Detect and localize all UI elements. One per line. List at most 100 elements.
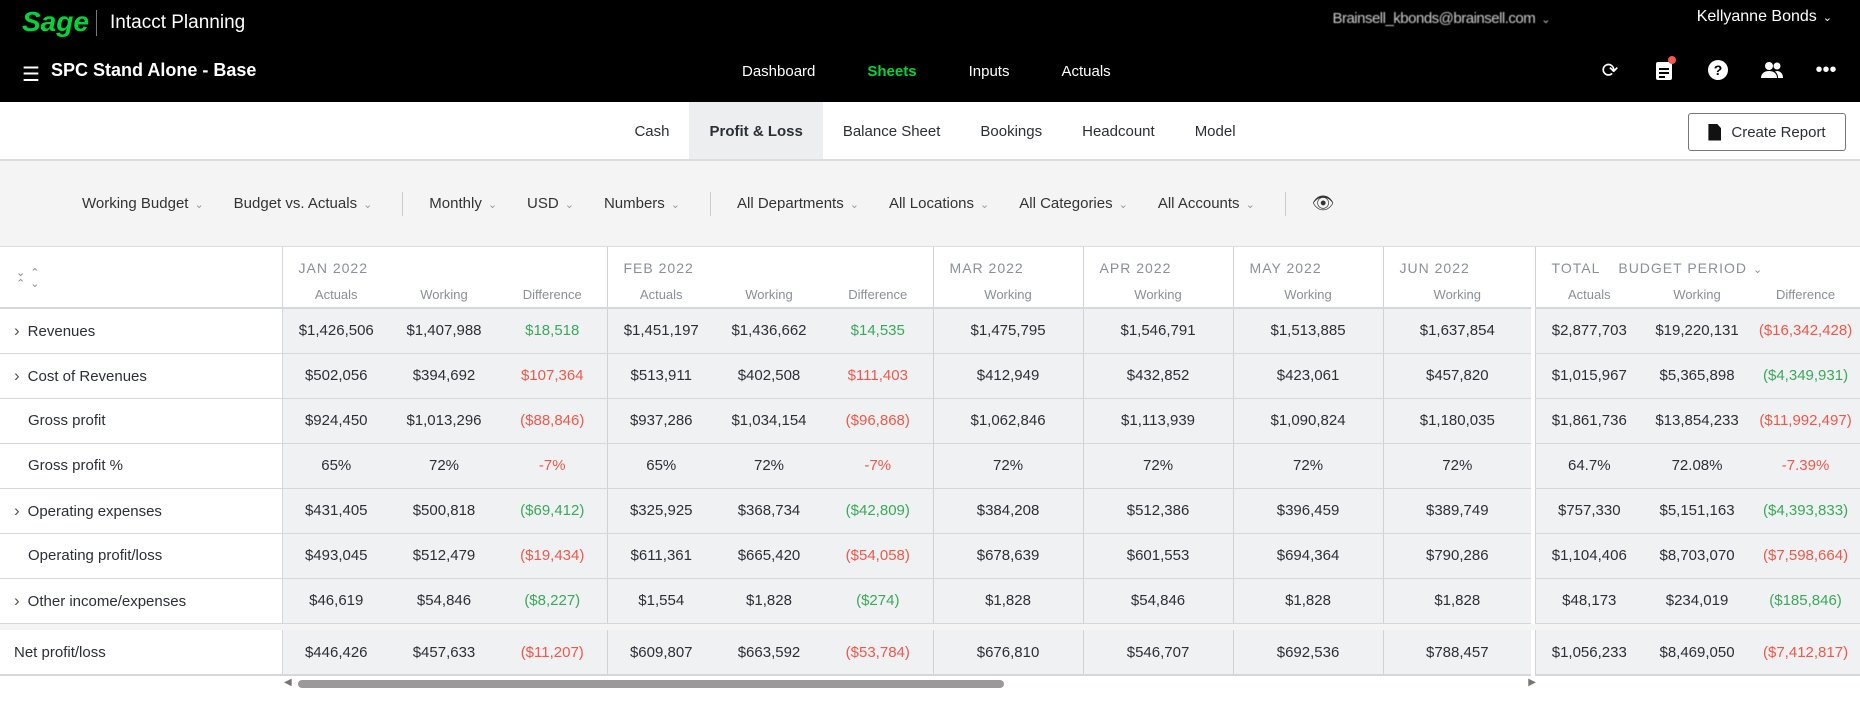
- cell-value[interactable]: ($274): [823, 578, 934, 624]
- cell-value[interactable]: $18,518: [498, 308, 607, 354]
- cell-value[interactable]: $457,820: [1382, 353, 1532, 399]
- cell-value[interactable]: $107,364: [498, 353, 607, 399]
- eye-icon[interactable]: 👁: [1312, 193, 1335, 214]
- cell-value[interactable]: $412,949: [932, 353, 1084, 399]
- cell-value[interactable]: $1,426,506: [281, 308, 390, 354]
- nav-inputs[interactable]: Inputs: [969, 63, 1010, 80]
- cell-value[interactable]: $46,619: [281, 578, 390, 624]
- hamburger-menu-icon[interactable]: ☰: [22, 62, 40, 87]
- cell-value[interactable]: $1,546,791: [1082, 308, 1234, 354]
- cell-value[interactable]: 72%: [1382, 443, 1532, 489]
- filter-working-budget[interactable]: Working Budget ⌄: [82, 195, 204, 212]
- cell-value[interactable]: $54,846: [1082, 578, 1234, 624]
- cell-value[interactable]: $694,364: [1232, 533, 1384, 579]
- cell-value[interactable]: ($4,393,833): [1751, 488, 1860, 534]
- cell-value[interactable]: $234,019: [1643, 578, 1752, 624]
- cell-value[interactable]: $1,451,197: [606, 308, 715, 354]
- scroll-right-icon[interactable]: ▶: [1528, 677, 1536, 688]
- cell-value[interactable]: ($8,227): [498, 578, 607, 624]
- tab-bookings[interactable]: Bookings: [960, 102, 1062, 159]
- cell-value[interactable]: ($54,058): [823, 533, 934, 579]
- cell-value[interactable]: 72%: [1232, 443, 1384, 489]
- cell-value[interactable]: $502,056: [281, 353, 390, 399]
- row-label[interactable]: › Cost of Revenues: [0, 353, 283, 399]
- cell-value[interactable]: $790,286: [1382, 533, 1532, 579]
- cell-value[interactable]: $663,592: [715, 630, 823, 676]
- cell-value[interactable]: $423,061: [1232, 353, 1384, 399]
- cell-value[interactable]: $54,846: [390, 578, 498, 624]
- cell-value[interactable]: ($11,207): [498, 630, 607, 676]
- cell-value[interactable]: $1,056,233: [1534, 630, 1644, 676]
- cell-value[interactable]: ($185,846): [1751, 578, 1860, 624]
- expand-collapse-controls[interactable]: ⌄ ⌃ ⌃ ⌄: [0, 247, 283, 309]
- cell-value[interactable]: $2,877,703: [1534, 308, 1644, 354]
- cell-value[interactable]: $5,365,898: [1643, 353, 1752, 399]
- cell-value[interactable]: $48,173: [1534, 578, 1644, 624]
- cell-value[interactable]: $1,013,296: [390, 398, 498, 444]
- cell-value[interactable]: $368,734: [715, 488, 823, 534]
- cell-value[interactable]: $788,457: [1382, 630, 1532, 676]
- tab-cash[interactable]: Cash: [614, 102, 689, 159]
- cell-value[interactable]: $692,536: [1232, 630, 1384, 676]
- cell-value[interactable]: ($69,412): [498, 488, 607, 534]
- cell-value[interactable]: $493,045: [281, 533, 390, 579]
- cell-value[interactable]: $609,807: [606, 630, 715, 676]
- cell-value[interactable]: 65%: [281, 443, 390, 489]
- nav-sheets[interactable]: Sheets: [867, 63, 916, 80]
- cell-value[interactable]: $446,426: [281, 630, 390, 676]
- tab-balance-sheet[interactable]: Balance Sheet: [823, 102, 961, 159]
- cell-value[interactable]: $1,113,939: [1082, 398, 1234, 444]
- cell-value[interactable]: ($19,434): [498, 533, 607, 579]
- row-label[interactable]: › Operating expenses: [0, 488, 283, 534]
- cell-value[interactable]: $678,639: [932, 533, 1084, 579]
- scrollbar-thumb[interactable]: [298, 680, 1004, 688]
- row-label[interactable]: › Revenues: [0, 308, 283, 354]
- cell-value[interactable]: -7.39%: [1751, 443, 1860, 489]
- cell-value[interactable]: ($88,846): [498, 398, 607, 444]
- cell-value[interactable]: ($11,992,497): [1751, 398, 1860, 444]
- cell-value[interactable]: $1,828: [1382, 578, 1532, 624]
- cell-value[interactable]: $396,459: [1232, 488, 1384, 534]
- cell-value[interactable]: $431,405: [281, 488, 390, 534]
- filter-all-accounts[interactable]: All Accounts ⌄: [1158, 195, 1255, 212]
- row-label[interactable]: › Other income/expenses: [0, 578, 283, 624]
- cell-value[interactable]: ($4,349,931): [1751, 353, 1860, 399]
- horizontal-scrollbar[interactable]: ◀ ▶: [282, 676, 1538, 692]
- cell-value[interactable]: $1,828: [715, 578, 823, 624]
- cell-value[interactable]: $13,854,233: [1643, 398, 1752, 444]
- filter-usd[interactable]: USD ⌄: [527, 195, 574, 212]
- cell-value[interactable]: $1,034,154: [715, 398, 823, 444]
- collapse-all-icon[interactable]: ⌃ ⌄: [16, 278, 41, 290]
- cell-value[interactable]: ($42,809): [823, 488, 934, 534]
- cell-value[interactable]: $432,852: [1082, 353, 1234, 399]
- more-icon[interactable]: •••: [1814, 58, 1838, 82]
- tab-model[interactable]: Model: [1175, 102, 1256, 159]
- cell-value[interactable]: $512,386: [1082, 488, 1234, 534]
- cell-value[interactable]: 64.7%: [1534, 443, 1644, 489]
- cell-value[interactable]: $611,361: [606, 533, 715, 579]
- cell-value[interactable]: $546,707: [1082, 630, 1234, 676]
- cell-value[interactable]: $1,513,885: [1232, 308, 1384, 354]
- cell-value[interactable]: ($16,342,428): [1751, 308, 1860, 354]
- cell-value[interactable]: 72%: [932, 443, 1084, 489]
- tab-profit-loss[interactable]: Profit & Loss: [689, 102, 823, 159]
- cell-value[interactable]: $1,104,406: [1534, 533, 1644, 579]
- cell-value[interactable]: $1,407,988: [390, 308, 498, 354]
- cell-value[interactable]: $389,749: [1382, 488, 1532, 534]
- cell-value[interactable]: $757,330: [1534, 488, 1644, 534]
- cell-value[interactable]: ($53,784): [823, 630, 934, 676]
- cell-value[interactable]: $1,861,736: [1534, 398, 1644, 444]
- cell-value[interactable]: 72%: [1082, 443, 1234, 489]
- cell-value[interactable]: ($7,598,664): [1751, 533, 1860, 579]
- filter-budget-vs-actuals[interactable]: Budget vs. Actuals ⌄: [234, 195, 373, 212]
- cell-value[interactable]: ($7,412,817): [1751, 630, 1860, 676]
- people-icon[interactable]: [1760, 58, 1784, 82]
- cell-value[interactable]: $1,062,846: [932, 398, 1084, 444]
- cell-value[interactable]: $384,208: [932, 488, 1084, 534]
- cell-value[interactable]: $676,810: [932, 630, 1084, 676]
- cell-value[interactable]: $665,420: [715, 533, 823, 579]
- cell-value[interactable]: $8,469,050: [1643, 630, 1752, 676]
- cell-value[interactable]: $1,828: [1232, 578, 1384, 624]
- account-selector[interactable]: Brainsell_kbonds@brainsell.com ⌄: [1332, 10, 1550, 27]
- cell-value[interactable]: $924,450: [281, 398, 390, 444]
